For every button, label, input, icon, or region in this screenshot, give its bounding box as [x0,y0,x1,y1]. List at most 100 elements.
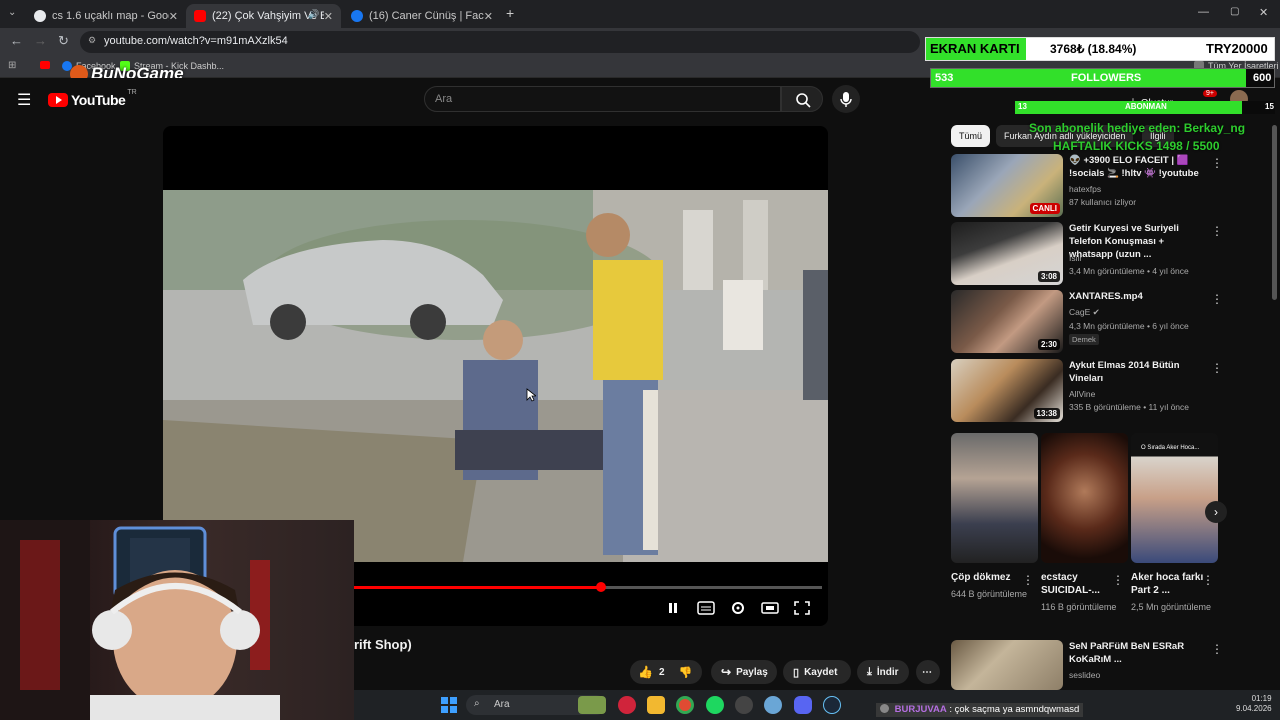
reload-icon[interactable]: ↻ [58,33,69,49]
spotify-icon[interactable] [706,696,724,714]
rec-title[interactable]: Getir Kuryesi ve Suriyeli Telefon Konuşm… [1069,222,1209,261]
weekly-kicks-text: HAFTALIK KICKS 1498 / 5500 [1053,139,1220,153]
more-icon: ⋯ [922,666,932,678]
notification-badge[interactable]: 9+ [1203,90,1217,97]
thumbs-up-icon[interactable]: 👍 [638,665,653,679]
microphone-icon [840,92,852,107]
video-thumbnail[interactable]: CANLI [951,154,1063,217]
rec-title[interactable]: 👽 +3900 ELO FACEIT | 🟪 !socials 🚬 !hltv … [1069,154,1209,180]
settings-gear-icon[interactable] [729,601,747,615]
menu-icon[interactable]: ☰ [17,90,31,110]
recommendation-item[interactable]: 13:38 Aykut Elmas 2014 Bütün Vineları Al… [951,359,1223,423]
more-icon[interactable]: ⋮ [1211,642,1223,656]
like-count[interactable]: 2 [659,667,665,678]
tab-google[interactable]: cs 1.6 uçaklı map - Google'da A ✕ [26,4,186,28]
chip-all[interactable]: Tümü [951,125,991,147]
rec-channel[interactable]: AllVine [1069,389,1095,399]
window-close-button[interactable]: ✕ [1259,6,1268,19]
forward-icon[interactable]: → [34,33,47,48]
short-thumbnail[interactable] [951,433,1038,563]
steam-icon[interactable] [823,696,841,714]
back-icon[interactable]: ← [10,33,23,48]
rec-title[interactable]: XANTARES.mp4 [1069,290,1209,303]
save-label: Kaydet [804,666,838,678]
thumbs-down-icon[interactable]: 👎 [679,666,693,679]
scrollbar-thumb[interactable] [1272,125,1277,300]
more-actions-button[interactable]: ⋯ [916,660,940,684]
followers-goal: 533 FOLLOWERS 600 [930,68,1275,88]
share-button[interactable]: ↪ Paylaş [711,660,777,684]
close-icon[interactable]: ✕ [169,10,178,23]
live-badge: CANLI [1029,203,1060,214]
windows-start-icon[interactable] [440,696,458,714]
country-code: TR [127,88,137,96]
speaker-icon[interactable]: 🔊 [308,9,319,20]
video-thumbnail[interactable]: 13:38 [951,359,1063,422]
recommendation-item[interactable]: 2:30 XANTARES.mp4 CagE ✔ 4,3 Mn görüntül… [951,290,1223,354]
rec-title[interactable]: Aykut Elmas 2014 Bütün Vineları [1069,359,1209,385]
taskbar-clock[interactable]: 01:19 9.04.2026 [1236,694,1272,714]
short-item[interactable]: O Sırada Aker Hoca... Aker hoca farkı Pa… [1131,433,1218,614]
close-icon[interactable]: ✕ [324,10,333,23]
search-button[interactable] [781,86,823,112]
chrome-icon[interactable] [676,696,694,714]
discord-icon[interactable] [794,696,812,714]
video-thumbnail[interactable]: 3:08 [951,222,1063,285]
rec-badge: Demek [1069,334,1099,345]
short-item[interactable]: ecstacy SUICIDAL-... 116 B görüntüleme ⋮ [1041,433,1128,614]
settings-app-icon[interactable] [764,696,782,714]
recommendation-item[interactable]: 3:08 Getir Kuryesi ve Suriyeli Telefon K… [951,222,1223,286]
rec-channel[interactable]: Isilr [1069,253,1082,263]
save-button[interactable]: ▯ Kaydet [783,660,851,684]
rec-channel[interactable]: seslideo [1069,670,1100,680]
rec-title[interactable]: SeN PaRFüM BeN ESRaR KoKaRıM ... [1069,640,1209,666]
youtube-bookmark-icon[interactable] [40,61,50,69]
new-tab-button[interactable]: + [506,5,514,21]
more-icon[interactable]: ⋮ [1211,361,1223,375]
subtitles-icon[interactable] [697,601,715,615]
search-input[interactable]: Ara [424,86,781,112]
recommendation-item[interactable]: CANLI 👽 +3900 ELO FACEIT | 🟪 !socials 🚬 … [951,154,1223,218]
voice-search-button[interactable] [832,85,860,113]
tab-facebook[interactable]: (16) Caner Cünüş | Facebook ✕ [343,4,501,28]
more-icon[interactable]: ⋮ [1211,292,1223,306]
more-icon[interactable]: ⋮ [1112,573,1124,587]
file-explorer-icon[interactable] [647,696,665,714]
maximize-button[interactable]: ▢ [1230,6,1239,17]
more-icon[interactable]: ⋮ [1202,573,1214,587]
last-gift-sub-text: Son abonelik hediye eden: Berkay_ng [1029,121,1246,135]
rec-channel[interactable]: hatexfps [1069,184,1101,194]
minimize-button[interactable]: — [1198,6,1209,18]
media-player-icon[interactable] [618,696,636,714]
more-icon[interactable]: ⋮ [1211,156,1223,170]
tab-list-icon[interactable]: ⌄ [8,7,16,18]
rec-channel[interactable]: CagE ✔ [1069,307,1100,318]
rec-meta: 3,4 Mn görüntüleme • 4 yıl önce [1069,266,1189,276]
shorts-next-button[interactable]: › [1205,501,1227,523]
mouse-cursor-icon [526,388,536,402]
short-thumbnail[interactable] [1041,433,1128,563]
short-thumbnail[interactable]: O Sırada Aker Hoca... [1131,433,1218,563]
fullscreen-icon[interactable] [793,601,811,615]
share-icon: ↪ [721,665,732,679]
like-dislike-group: 👍 2 👎 [630,660,702,684]
short-item[interactable]: Çöp dökmez 644 B görüntüleme ⋮ [951,433,1038,601]
theater-mode-icon[interactable] [761,601,779,615]
video-thumbnail[interactable]: 2:30 [951,290,1063,353]
obs-icon[interactable] [735,696,753,714]
apps-icon[interactable]: ⊞ [8,60,16,71]
video-thumbnail[interactable] [951,640,1063,690]
pause-icon[interactable] [664,601,682,615]
more-icon[interactable]: ⋮ [1022,573,1034,587]
browser-tab-bar: ⌄ cs 1.6 uçaklı map - Google'da A ✕ (22)… [0,0,1280,28]
close-icon[interactable]: ✕ [484,10,493,23]
download-button[interactable]: ⤓ İndir [857,660,909,684]
recommendation-item[interactable]: SeN PaRFüM BeN ESRaR KoKaRıM ... seslide… [951,640,1223,690]
more-icon[interactable]: ⋮ [1211,224,1223,238]
youtube-logo[interactable]: YouTube TR [48,88,137,108]
taskbar-widget-icon[interactable] [578,696,606,714]
url-field[interactable]: ⚙ youtube.com/watch?v=m91mAXzlk54 [80,31,920,53]
site-info-icon[interactable]: ⚙ [88,35,96,46]
video-frame[interactable] [163,190,828,562]
tab-youtube[interactable]: (22) Çok Vahşiyim Ve Biraz 🔊 ✕ [186,4,341,28]
